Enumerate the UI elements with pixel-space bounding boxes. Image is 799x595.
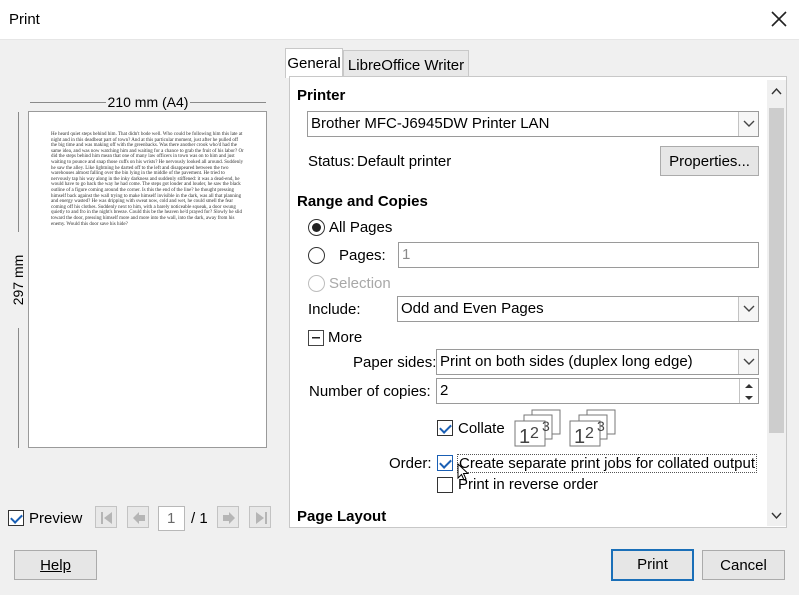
copies-label: Number of copies: — [309, 383, 431, 400]
svg-text:3: 3 — [542, 418, 550, 434]
range-heading: Range and Copies — [297, 193, 428, 210]
reverse-order-checkbox[interactable] — [437, 477, 453, 493]
tab-general[interactable]: General — [285, 48, 343, 78]
increment-icon[interactable] — [740, 379, 758, 391]
first-page-button[interactable] — [95, 506, 117, 528]
chevron-down-icon — [738, 297, 758, 321]
svg-text:2: 2 — [530, 425, 539, 442]
preview-label: Preview — [29, 510, 83, 527]
paper-sides-value: Print on both sides (duplex long edge) — [440, 353, 693, 370]
help-button-label: Help — [40, 557, 71, 574]
status-label: Status: — [308, 153, 355, 170]
preview-page-text: He heard quiet steps behind him. That di… — [51, 132, 244, 227]
properties-button[interactable]: Properties... — [660, 146, 759, 176]
previous-page-button[interactable] — [127, 506, 149, 528]
scrollbar-thumb[interactable] — [769, 108, 784, 433]
all-pages-radio[interactable] — [308, 219, 325, 236]
svg-text:1: 1 — [519, 426, 530, 447]
minus-icon — [312, 337, 320, 339]
help-button[interactable]: Help — [14, 550, 97, 580]
copies-spinbox[interactable]: 2 — [436, 378, 759, 404]
printer-heading: Printer — [297, 87, 346, 104]
separate-jobs-checkbox[interactable] — [437, 455, 453, 471]
page-total-label: / 1 — [191, 510, 208, 527]
last-page-button[interactable] — [249, 506, 271, 528]
page-layout-heading: Page Layout — [297, 508, 387, 525]
more-label: More — [328, 329, 363, 346]
preview-checkbox[interactable] — [8, 510, 24, 526]
page-preview: He heard quiet steps behind him. That di… — [28, 111, 267, 448]
svg-text:3: 3 — [597, 418, 605, 434]
collate-label: Collate — [458, 420, 505, 437]
collated-copies-icon: 1 2 3 — [569, 409, 617, 448]
title-bar: Print — [0, 0, 799, 40]
selection-radio[interactable] — [308, 275, 325, 292]
reverse-order-label: Print in reverse order — [458, 476, 599, 493]
cancel-button-label: Cancel — [720, 557, 767, 574]
pages-input[interactable]: 1 — [398, 242, 759, 268]
include-label: Include: — [308, 301, 361, 318]
paper-sides-label: Paper sides: — [353, 354, 437, 371]
selection-label: Selection — [329, 275, 391, 292]
panel-scrollbar[interactable] — [767, 80, 786, 526]
order-label: Order: — [389, 455, 432, 472]
printer-select[interactable]: Brother MFC-J6945DW Printer LAN — [307, 111, 759, 137]
pages-radio[interactable] — [308, 247, 325, 264]
close-icon[interactable] — [768, 8, 790, 30]
separate-jobs-label: Create separate print jobs for collated … — [457, 454, 758, 473]
all-pages-label: All Pages — [329, 219, 393, 236]
status-value: Default printer — [357, 153, 452, 170]
cancel-button[interactable]: Cancel — [702, 550, 785, 580]
height-dimension: 297 mm — [10, 112, 26, 448]
svg-text:2: 2 — [585, 425, 594, 442]
print-button-label: Print — [637, 556, 668, 573]
chevron-down-icon — [738, 350, 758, 374]
pages-label: Pages: — [339, 247, 386, 264]
width-dimension: 210 mm (A4) — [30, 94, 266, 110]
scroll-down-icon[interactable] — [767, 508, 786, 524]
include-select-value: Odd and Even Pages — [401, 300, 544, 317]
next-page-button[interactable] — [217, 506, 239, 528]
page-number-input[interactable]: 1 — [158, 506, 185, 531]
height-label: 297 mm — [10, 232, 26, 328]
tab-libreoffice-writer[interactable]: LibreOffice Writer — [343, 50, 469, 78]
include-select[interactable]: Odd and Even Pages — [397, 296, 759, 322]
scroll-up-icon[interactable] — [767, 84, 786, 100]
width-label: 210 mm (A4) — [105, 94, 191, 110]
collate-checkbox[interactable] — [437, 420, 453, 436]
chevron-down-icon — [738, 112, 758, 136]
collapse-more-button[interactable] — [308, 330, 324, 346]
printer-select-value: Brother MFC-J6945DW Printer LAN — [311, 115, 550, 132]
window-title: Print — [9, 11, 40, 28]
svg-text:1: 1 — [574, 426, 585, 447]
print-button[interactable]: Print — [611, 549, 694, 581]
paper-sides-select[interactable]: Print on both sides (duplex long edge) — [436, 349, 759, 375]
copies-value: 2 — [440, 382, 449, 399]
decrement-icon[interactable] — [740, 391, 758, 403]
collated-copies-icon: 1 2 3 — [514, 409, 562, 448]
